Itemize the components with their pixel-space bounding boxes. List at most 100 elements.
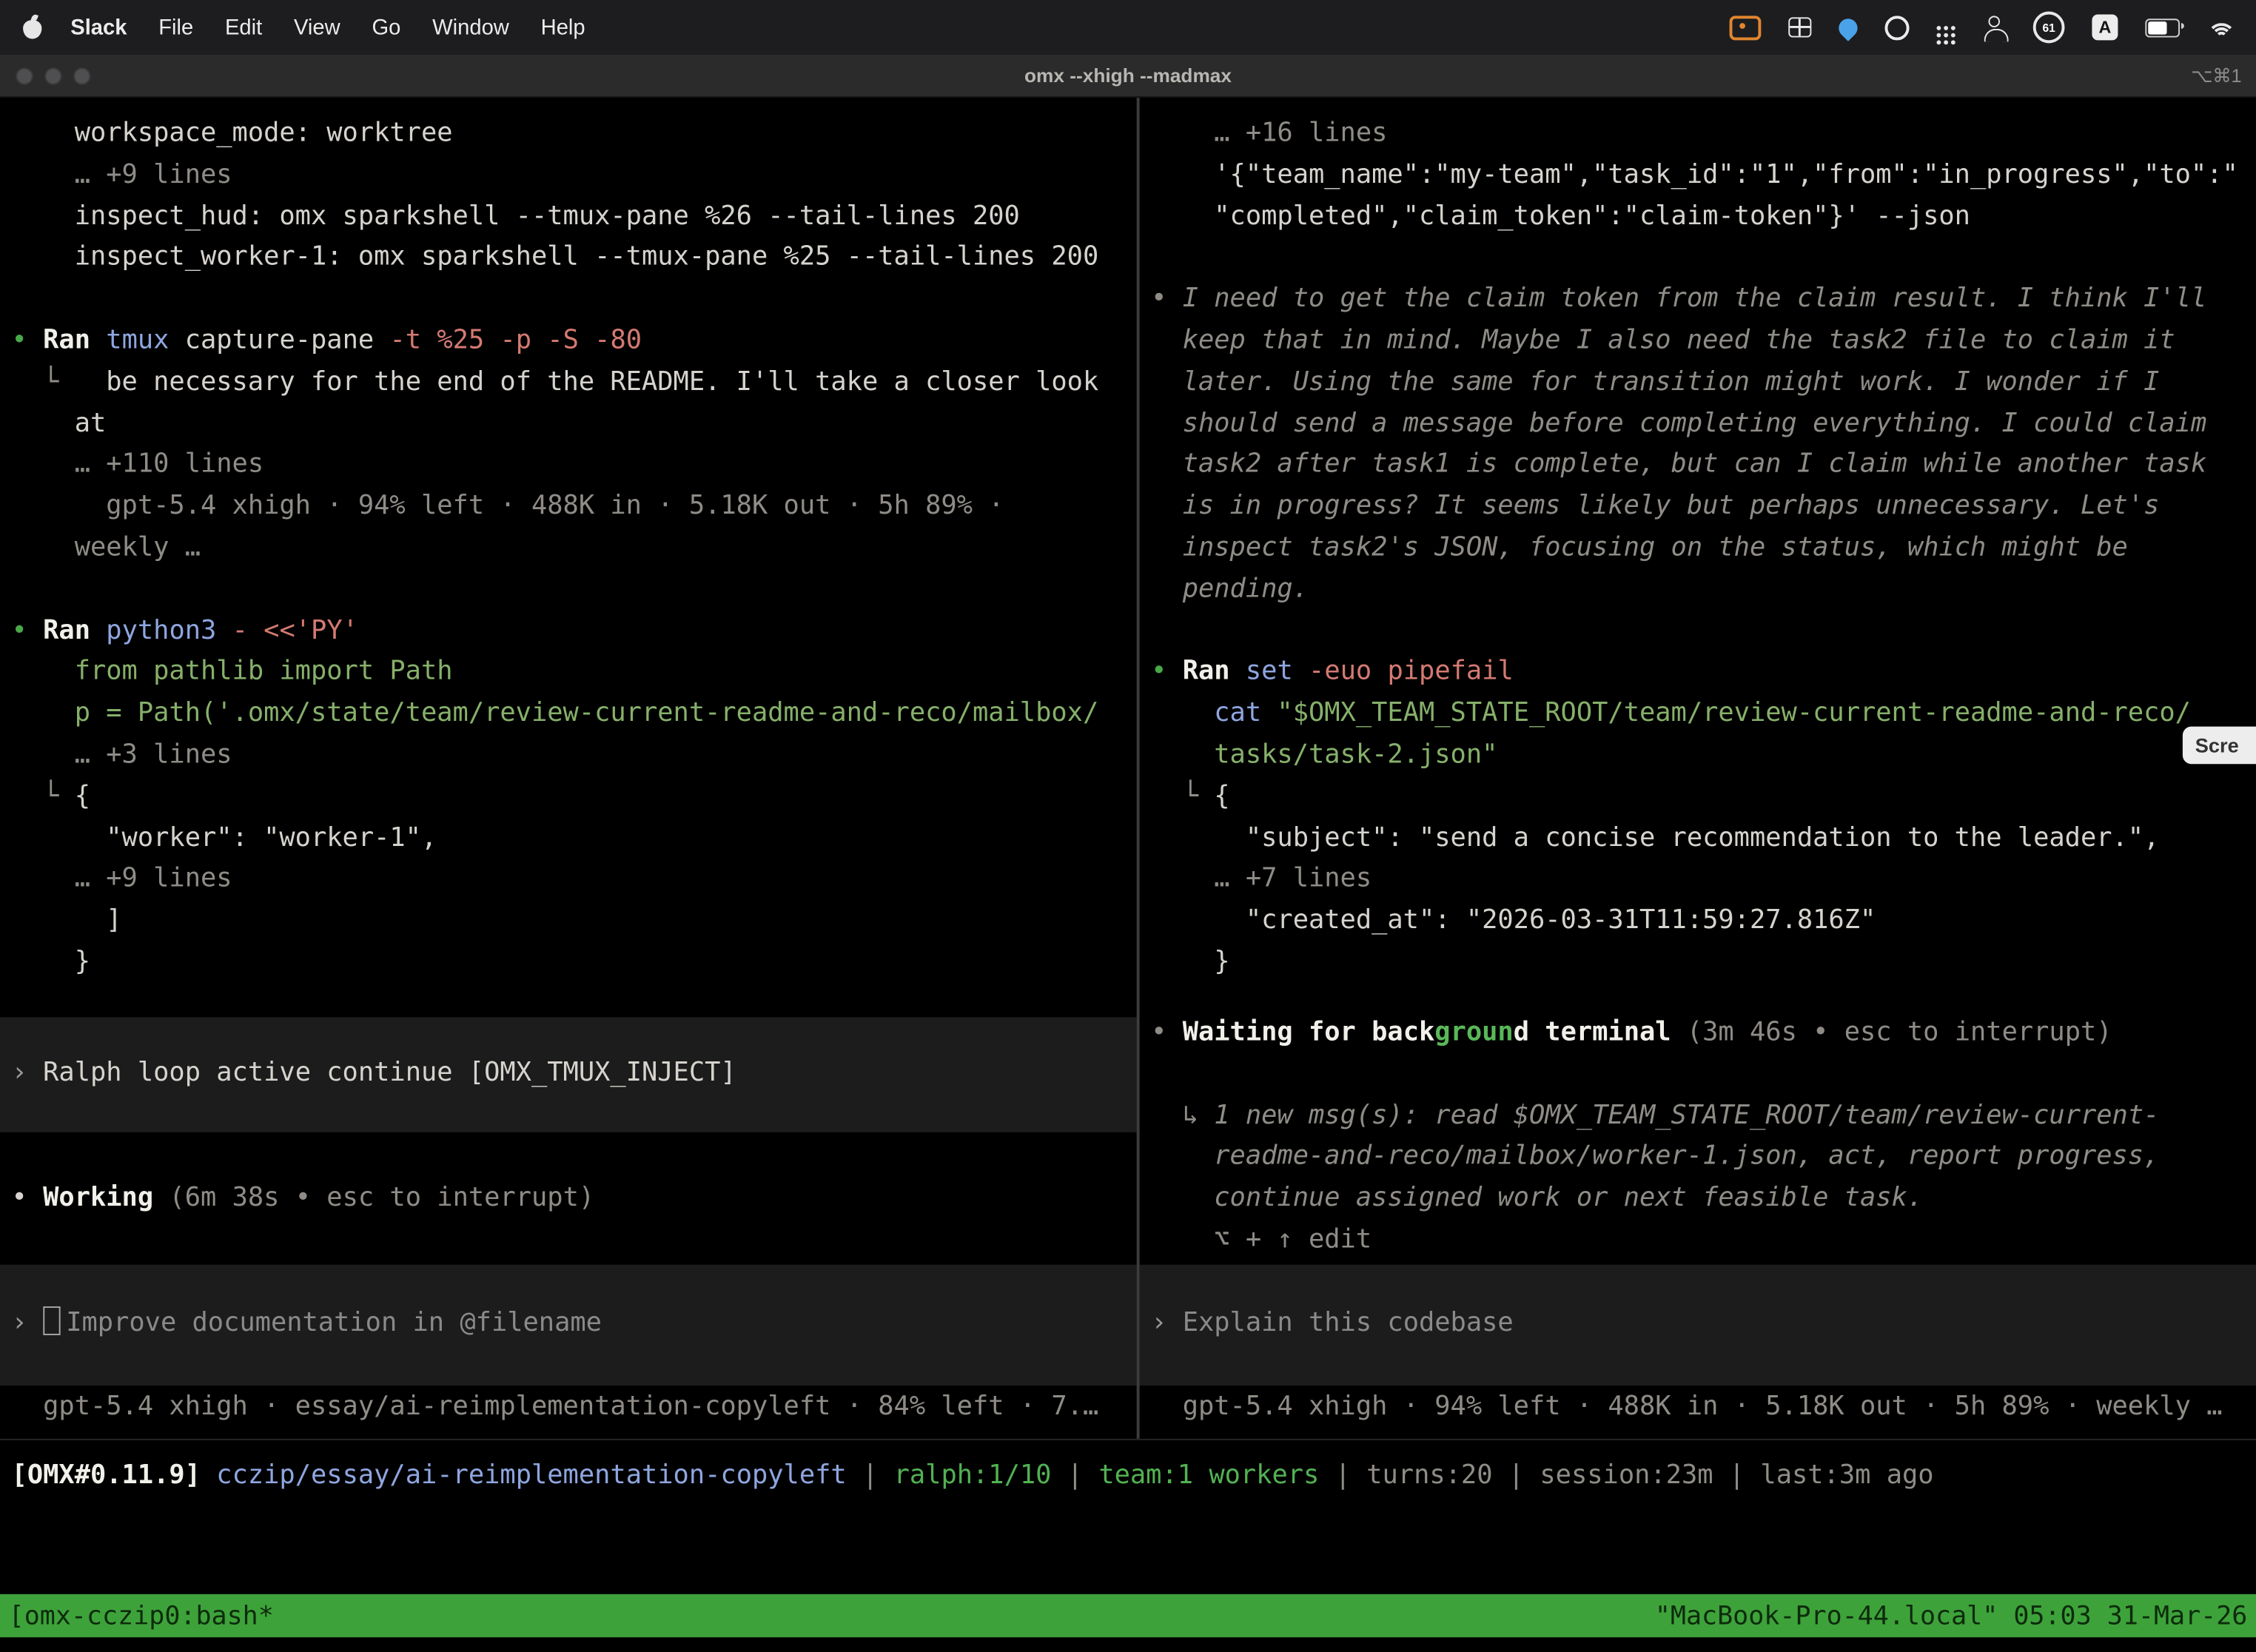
text-segment: (6m 38s • esc to interrupt): [169, 1182, 594, 1212]
text-segment: Ran: [1183, 657, 1246, 687]
text-segment: is in progress? It seems likely but perh…: [1151, 491, 2159, 521]
terminal-line: continue assigned work or next feasible …: [1140, 1178, 2256, 1220]
terminal-line: [1140, 611, 2256, 652]
menu-item-window[interactable]: Window: [417, 15, 525, 39]
text-segment: I need to get the claim token from the c…: [1183, 283, 2207, 314]
ghost-app-icon[interactable]: [1885, 15, 1910, 39]
text-segment: groun: [1434, 1017, 1513, 1047]
prompt-placeholder: › Explain this codebase: [1140, 1304, 2256, 1346]
spacer: [0, 984, 1137, 1017]
text-segment: Ran: [43, 615, 106, 645]
text-segment: "created_at": "2026-03-31T11:59:27.816Z": [1151, 905, 1876, 936]
text-segment: •: [1151, 1017, 1183, 1047]
battery-gauge-icon[interactable]: 61: [2033, 12, 2065, 44]
text-segment: '{"team_name":"my-team","task_id":"1","f…: [1151, 159, 2238, 189]
text-segment: •: [1151, 657, 1183, 687]
text-segment: keep that in mind. Maybe I also need the…: [1151, 325, 2175, 355]
text-segment: •: [12, 615, 44, 645]
apple-menu-icon[interactable]: [20, 14, 43, 40]
terminal-line: ↳ 1 new msg(s): read $OMX_TEAM_STATE_ROO…: [1140, 1095, 2256, 1137]
pane-worker[interactable]: workspace_mode: worktree … +9 lines insp…: [0, 98, 1137, 1439]
text-segment: |: [1051, 1460, 1098, 1491]
text-segment: ralph:1/10: [894, 1460, 1052, 1491]
minimize-button[interactable]: [44, 67, 61, 84]
menu-item-view[interactable]: View: [278, 15, 356, 39]
terminal-line: weekly …: [0, 528, 1137, 569]
screen-recording-icon[interactable]: [1730, 15, 1762, 39]
person-icon[interactable]: [1988, 16, 2000, 27]
close-button[interactable]: [16, 67, 33, 84]
terminal-line: gpt-5.4 xhigh · essay/ai-reimplementatio…: [0, 1386, 1137, 1428]
text-segment: cat: [1151, 698, 1277, 728]
screen-tooltip[interactable]: Scre: [2182, 727, 2256, 765]
text-segment: gpt-5.4 xhigh · 94% left · 488K in · 5.1…: [1151, 1391, 2222, 1421]
pane-leader[interactable]: … +16 lines '{"team_name":"my-team","tas…: [1140, 98, 2256, 1439]
menu-item-help[interactable]: Help: [525, 15, 601, 39]
zoom-button[interactable]: [73, 67, 90, 84]
text-segment: team:1 workers: [1098, 1460, 1319, 1491]
text-segment: pending.: [1151, 574, 1309, 604]
terminal-line: › Improve documentation in @filename: [0, 1303, 1137, 1345]
window-title-bar[interactable]: omx --xhigh --madmax ⌥⌘1: [0, 55, 2256, 98]
text-segment: |: [1713, 1460, 1761, 1491]
text-cursor: [43, 1306, 60, 1335]
menu-bar-left: Slack File Edit View Go Window Help: [20, 14, 601, 40]
working-status: • Working (6m 38s • esc to interrupt): [0, 1178, 1137, 1220]
worker-output: workspace_mode: worktree … +9 lines insp…: [0, 114, 1137, 984]
menu-item-edit[interactable]: Edit: [209, 15, 278, 39]
input-source-icon[interactable]: A: [2092, 14, 2118, 40]
terminal-line: [0, 279, 1137, 320]
battery-icon[interactable]: [2145, 18, 2180, 36]
dots-grid-icon[interactable]: [1936, 25, 1941, 30]
terminal-line: readme-and-reco/mailbox/worker-1.json, a…: [1140, 1137, 2256, 1178]
prompt-input[interactable]: › Explain this codebase: [1140, 1264, 2256, 1385]
terminal-line: p = Path('.omx/state/team/review-current…: [0, 694, 1137, 735]
text-segment: └: [1151, 781, 1214, 811]
terminal-line: tasks/task-2.json": [1140, 735, 2256, 776]
text-segment: Explain this codebase: [1183, 1309, 1514, 1339]
drop-app-icon[interactable]: [1835, 14, 1861, 41]
terminal-line: └ be necessary for the end of the README…: [0, 362, 1137, 403]
terminal-line: … +7 lines: [1140, 859, 2256, 901]
text-segment: python3: [106, 615, 232, 645]
omx-status-bar: [OMX#0.11.9] cczip/essay/ai-reimplementa…: [0, 1440, 2256, 1594]
terminal-line: is in progress? It seems likely but perh…: [1140, 486, 2256, 528]
terminal-line: "completed","claim_token":"claim-token"}…: [1140, 197, 2256, 238]
terminal-line: "created_at": "2026-03-31T11:59:27.816Z": [1140, 901, 2256, 942]
menu-item-slack[interactable]: Slack: [55, 15, 143, 39]
text-segment: }: [1151, 947, 1229, 977]
text-segment: … +3 lines: [12, 739, 232, 770]
text-segment: -t %25 -p -S -80: [389, 325, 642, 355]
text-segment: |: [847, 1460, 894, 1491]
terminal-line: … +9 lines: [0, 155, 1137, 197]
terminal-line: from pathlib import Path: [0, 652, 1137, 694]
waiting-status: • Waiting for background terminal (3m 46…: [1140, 1013, 2256, 1054]
terminal-line: › Ralph loop active continue [OMX_TMUX_I…: [0, 1054, 1137, 1095]
text-segment: … +110 lines: [12, 449, 264, 480]
prompt-placeholder: › Improve documentation in @filename: [0, 1303, 1137, 1345]
spacer: [1140, 1054, 2256, 1095]
terminal-line: • I need to get the claim token from the…: [1140, 279, 2256, 320]
text-segment: •: [12, 1182, 44, 1212]
text-segment: }: [12, 947, 90, 977]
terminal-line: gpt-5.4 xhigh · 94% left · 488K in · 5.1…: [1140, 1386, 2256, 1428]
text-segment: Ralph loop active continue [OMX_TMUX_INJ…: [43, 1058, 736, 1088]
screen: Slack File Edit View Go Window Help 61 A: [0, 0, 2256, 1652]
prompt-input[interactable]: › Improve documentation in @filename: [0, 1264, 1137, 1385]
terminal-line: … +3 lines: [0, 735, 1137, 776]
text-segment: … +9 lines: [12, 864, 232, 894]
text-segment: {: [75, 781, 90, 811]
text-segment: └: [12, 366, 107, 397]
text-segment: ›: [12, 1308, 44, 1338]
menu-item-file[interactable]: File: [143, 15, 209, 39]
text-segment: [OMX#0.11.9]: [12, 1460, 201, 1491]
text-segment: Improve documentation in @filename: [66, 1308, 602, 1338]
grid-app-icon[interactable]: [1788, 17, 1811, 37]
text-segment: from pathlib import Path: [12, 657, 453, 687]
terminal-line: cat "$OMX_TEAM_STATE_ROOT/team/review-cu…: [1140, 694, 2256, 735]
wifi-icon[interactable]: [2207, 16, 2236, 38]
terminal-line: '{"team_name":"my-team","task_id":"1","f…: [1140, 155, 2256, 197]
text-segment: cczip/essay/ai-reimplementation-copyleft: [216, 1460, 846, 1491]
menu-item-go[interactable]: Go: [356, 15, 417, 39]
terminal-line: • Ran tmux capture-pane -t %25 -p -S -80: [0, 320, 1137, 362]
